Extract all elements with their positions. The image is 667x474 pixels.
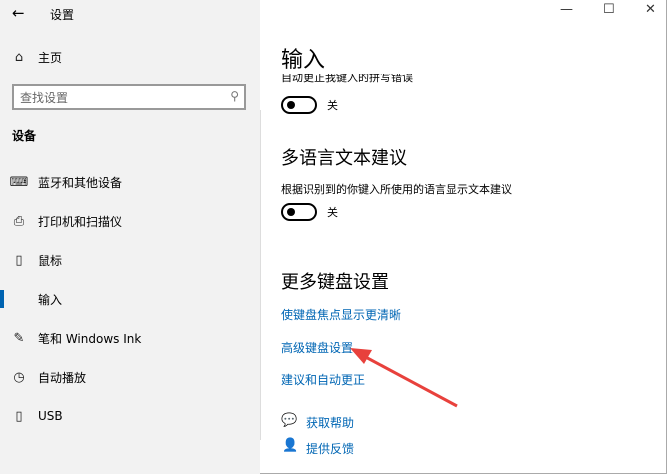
annotation-arrow: [350, 348, 458, 408]
